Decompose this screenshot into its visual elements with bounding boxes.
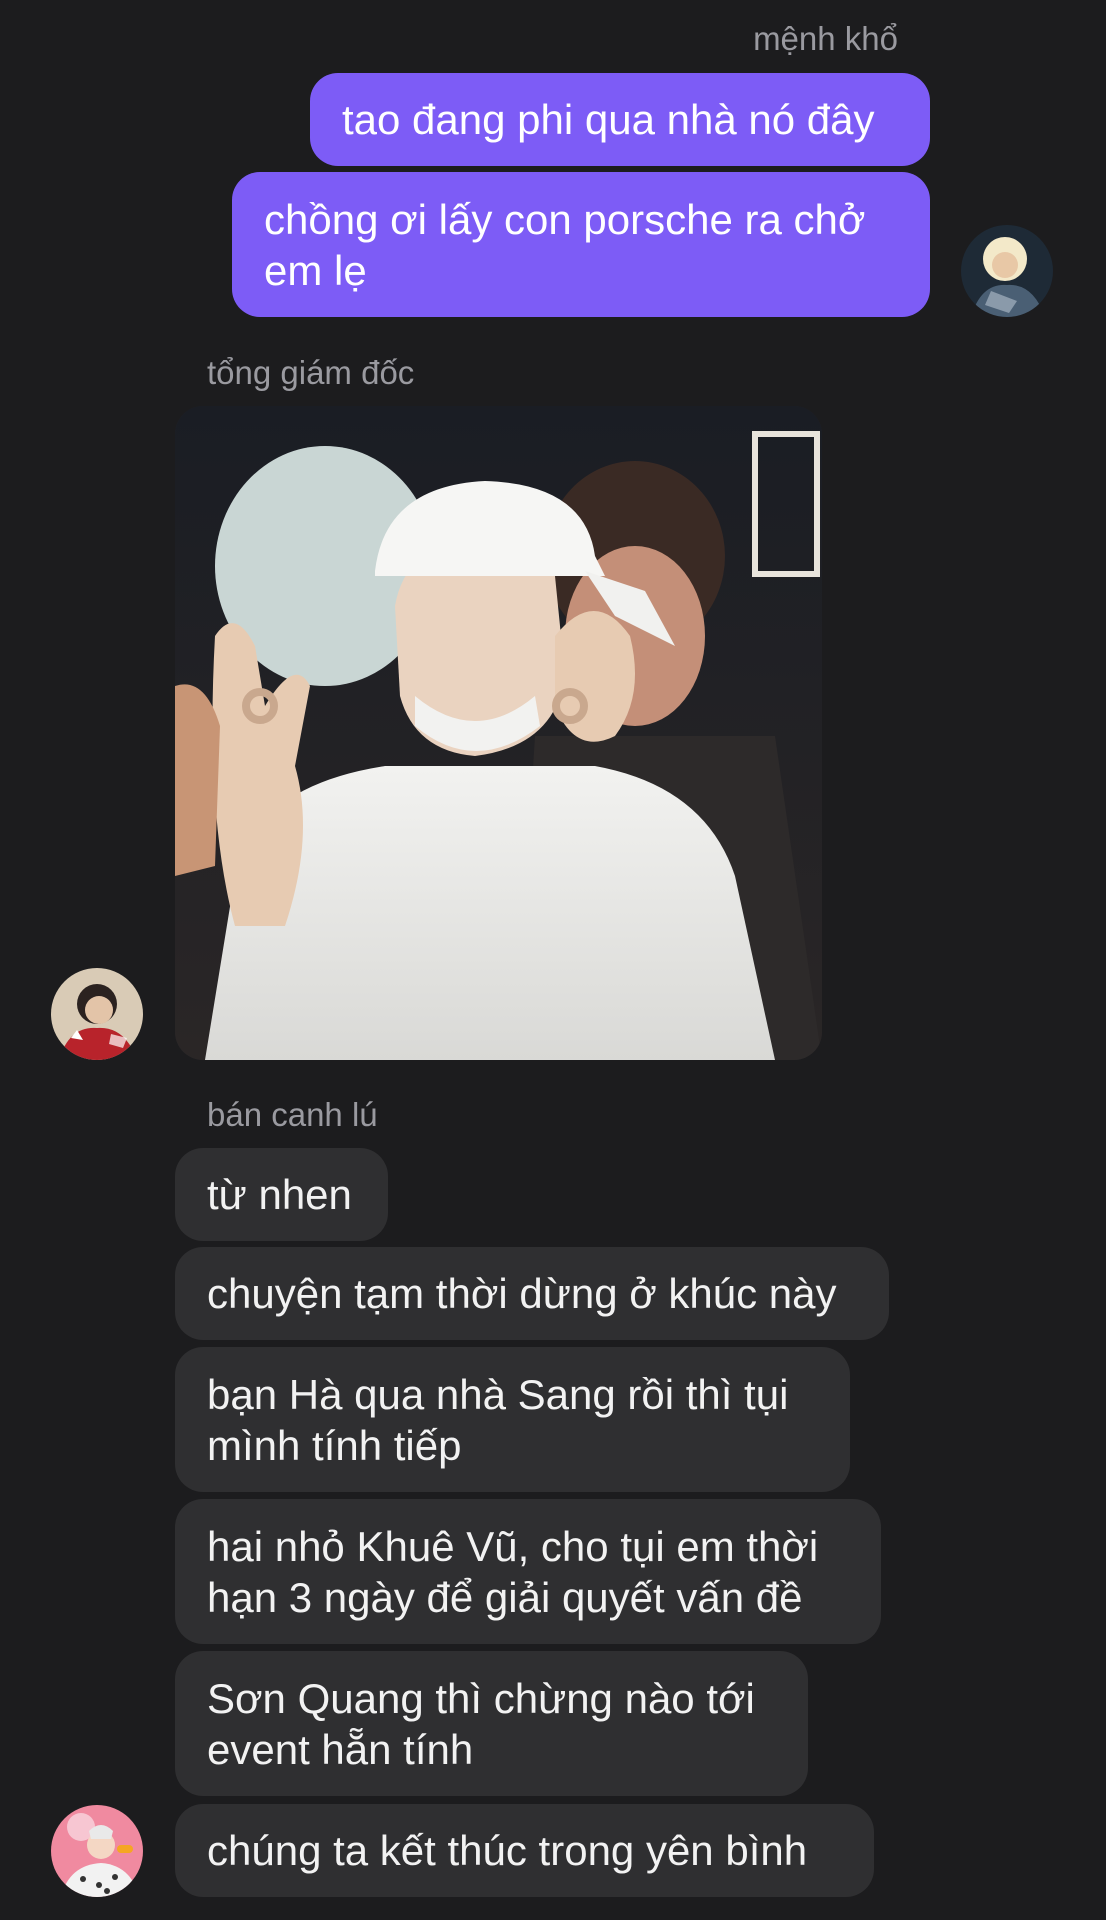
photo-message-image[interactable] xyxy=(175,406,822,1060)
user-avatar-blonde-icon[interactable] xyxy=(961,225,1053,317)
message-text: hai nhỏ Khuê Vũ, cho tụi em thời hạn 3 n… xyxy=(207,1522,819,1621)
message-bubble-incoming[interactable]: bạn Hà qua nhà Sang rồi thì tụi mình tín… xyxy=(175,1347,850,1492)
message-bubble-outgoing[interactable]: tao đang phi qua nhà nó đây xyxy=(310,73,930,166)
message-text: bạn Hà qua nhà Sang rồi thì tụi mình tín… xyxy=(207,1370,789,1469)
message-bubble-incoming[interactable]: chuyện tạm thời dừng ở khúc này xyxy=(175,1247,889,1340)
sender-name-incoming: bán canh lú xyxy=(207,1096,378,1133)
user-avatar-pink-icon[interactable] xyxy=(51,1805,143,1897)
user-avatar-red-shirt-icon[interactable] xyxy=(51,968,143,1060)
message-bubble-outgoing[interactable]: chồng ơi lấy con porsche ra chở em lẹ xyxy=(232,172,930,317)
message-bubble-incoming[interactable]: hai nhỏ Khuê Vũ, cho tụi em thời hạn 3 n… xyxy=(175,1499,881,1644)
message-text: chuyện tạm thời dừng ở khúc này xyxy=(207,1270,837,1317)
message-bubble-incoming[interactable]: Sơn Quang thì chừng nào tới event hẵn tí… xyxy=(175,1651,808,1796)
sender-name-outgoing: mệnh khổ xyxy=(753,20,898,57)
message-bubble-incoming[interactable]: từ nhen xyxy=(175,1148,388,1241)
message-bubble-incoming[interactable]: chúng ta kết thúc trong yên bình xyxy=(175,1804,874,1897)
message-text: Sơn Quang thì chừng nào tới event hẵn tí… xyxy=(207,1674,755,1773)
message-text: chồng ơi lấy con porsche ra chở em lẹ xyxy=(264,195,866,294)
message-text: chúng ta kết thúc trong yên bình xyxy=(207,1827,808,1874)
photo-person-white-cap-ok-sign-icon xyxy=(175,406,822,1060)
message-text: tao đang phi qua nhà nó đây xyxy=(342,96,875,143)
sender-name-photo: tổng giám đốc xyxy=(207,354,415,391)
message-text: từ nhen xyxy=(207,1171,352,1218)
